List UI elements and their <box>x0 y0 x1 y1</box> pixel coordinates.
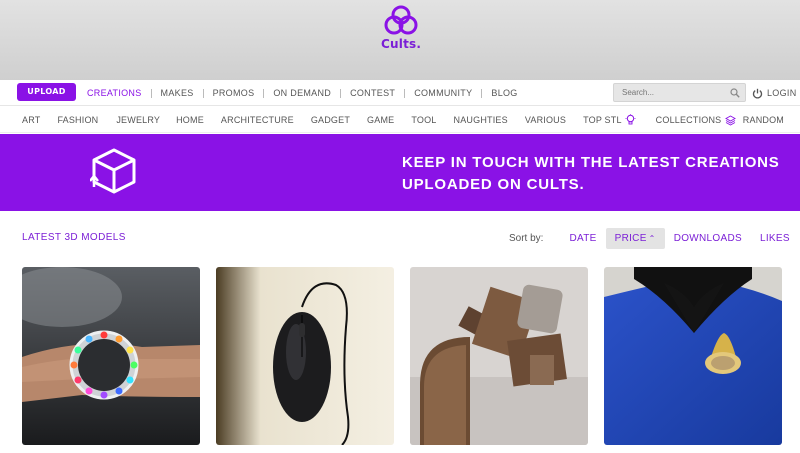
sort-price[interactable]: PRICE ⌃ <box>605 228 665 249</box>
banner-text: KEEP IN TOUCH WITH THE LATEST CREATIONS … <box>402 152 792 196</box>
category-top-stl[interactable]: TOP STL <box>583 114 636 126</box>
upload-button[interactable]: UPLOAD <box>17 83 76 101</box>
sort-price-label: PRICE <box>614 233 647 244</box>
model-card[interactable] <box>604 267 782 445</box>
sort-bar: Sort by: DATE PRICE ⌃ DOWNLOADS LIKES <box>509 228 799 249</box>
category-home[interactable]: HOME <box>176 115 204 125</box>
category-top-stl-label: TOP STL <box>583 115 622 125</box>
nav-item-blog[interactable]: BLOG <box>481 88 526 98</box>
power-icon <box>752 88 763 98</box>
category-random[interactable]: RANDOM <box>743 115 784 125</box>
promo-banner: KEEP IN TOUCH WITH THE LATEST CREATIONS … <box>0 134 800 211</box>
search-input[interactable] <box>613 83 746 102</box>
lightbulb-icon <box>625 114 636 125</box>
category-architecture[interactable]: ARCHITECTURE <box>221 115 294 125</box>
nav-item-makes[interactable]: MAKES <box>150 88 203 98</box>
model-card[interactable] <box>22 267 200 445</box>
category-art[interactable]: ART <box>22 115 40 125</box>
category-game[interactable]: GAME <box>367 115 394 125</box>
category-various[interactable]: VARIOUS <box>525 115 566 125</box>
model-card[interactable] <box>216 267 394 445</box>
login-label: LOGIN <box>767 88 797 98</box>
chevron-up-icon: ⌃ <box>648 234 656 243</box>
banner-line-2: UPLOADED ON CULTS. <box>402 176 585 193</box>
brand-name: Cults. <box>381 37 422 51</box>
cults-logo[interactable]: Cults. <box>381 4 421 56</box>
category-tool[interactable]: TOOL <box>411 115 436 125</box>
nav-item-community[interactable]: COMMUNITY <box>404 88 481 98</box>
category-items: ART FASHION JEWELRY HOME ARCHITECTURE GA… <box>22 107 737 133</box>
sort-label: Sort by: <box>509 233 544 244</box>
category-gadget[interactable]: GADGET <box>311 115 350 125</box>
nav-item-on-demand[interactable]: ON DEMAND <box>263 88 340 98</box>
nav-item-creations[interactable]: CREATIONS <box>80 88 151 98</box>
starfleet-badge-image <box>604 267 782 445</box>
section-title: LATEST 3D MODELS <box>22 232 126 243</box>
sort-downloads[interactable]: DOWNLOADS <box>665 228 751 249</box>
login-link[interactable]: LOGIN <box>752 86 797 100</box>
cults-logo-icon <box>384 5 418 35</box>
category-collections-label: COLLECTIONS <box>655 115 722 125</box>
category-fashion[interactable]: FASHION <box>57 115 98 125</box>
sort-likes[interactable]: LIKES <box>751 228 799 249</box>
category-naughties[interactable]: NAUGHTIES <box>454 115 508 125</box>
nav-item-contest[interactable]: CONTEST <box>340 88 404 98</box>
computer-mouse-image <box>216 267 394 445</box>
model-card[interactable] <box>410 267 588 445</box>
category-collections[interactable]: COLLECTIONS <box>655 114 737 126</box>
upload-cube-icon <box>90 148 136 194</box>
sort-date[interactable]: DATE <box>560 228 605 249</box>
category-nav: ART FASHION JEWELRY HOME ARCHITECTURE GA… <box>0 107 800 133</box>
search-icon[interactable] <box>730 88 740 98</box>
nav-item-promos[interactable]: PROMOS <box>202 88 264 98</box>
main-nav: UPLOAD CREATIONS MAKES PROMOS ON DEMAND … <box>0 80 800 106</box>
layers-icon <box>725 114 737 126</box>
category-jewelry[interactable]: JEWELRY <box>116 115 160 125</box>
main-nav-items: CREATIONS MAKES PROMOS ON DEMAND CONTEST… <box>80 80 527 106</box>
3d-printed-model-image <box>410 267 588 445</box>
led-watch-image <box>22 267 200 445</box>
site-header: Cults. <box>0 0 800 80</box>
banner-line-1: KEEP IN TOUCH WITH THE LATEST CREATIONS <box>402 154 780 171</box>
